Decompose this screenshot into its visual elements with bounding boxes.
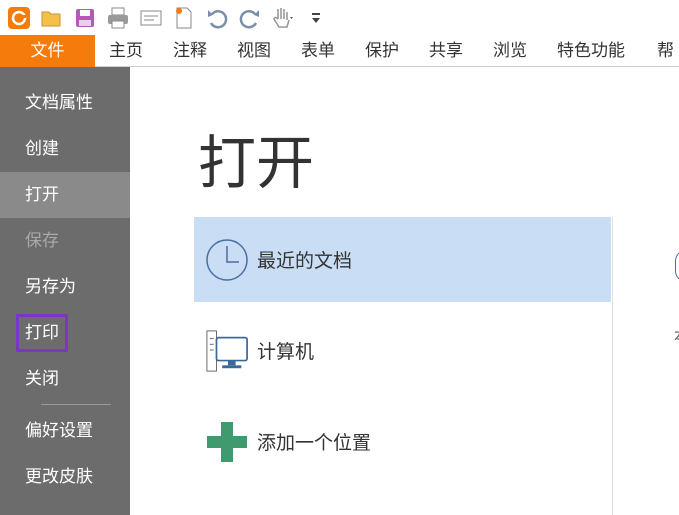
customize-toolbar-icon[interactable]	[301, 3, 331, 33]
save-icon[interactable]	[70, 3, 100, 33]
nav-item-label: 文档属性	[25, 93, 93, 113]
nav-item-label: 打开	[25, 185, 59, 205]
open-panel: 打开 最近的文档 计算机 添加一个位置 本	[130, 67, 679, 515]
tab-features[interactable]: 特色功能	[557, 35, 625, 67]
tab-comment[interactable]: 注释	[173, 35, 207, 67]
nav-item-open[interactable]: 打开	[0, 172, 130, 218]
nav-item-document-properties[interactable]: 文档属性	[0, 80, 130, 126]
page-title: 打开	[198, 129, 315, 197]
nav-item-create[interactable]: 创建	[0, 126, 130, 172]
undo-icon[interactable]	[202, 3, 232, 33]
tab-form[interactable]: 表单	[301, 35, 335, 67]
nav-item-label: 另存为	[25, 277, 76, 297]
partial-text: 本	[674, 325, 679, 346]
nav-item-label: 关闭	[25, 369, 59, 389]
clock-icon	[205, 238, 249, 282]
nav-item-label: 打印	[16, 314, 68, 352]
redo-icon[interactable]	[235, 3, 265, 33]
hand-tool-icon[interactable]	[268, 3, 298, 33]
add-location-icon	[205, 420, 249, 464]
nav-item-close[interactable]: 关闭	[0, 356, 130, 402]
app-logo-icon[interactable]	[4, 3, 34, 33]
tab-home[interactable]: 主页	[109, 35, 143, 67]
nav-item-label: 创建	[25, 139, 59, 159]
tab-browse[interactable]: 浏览	[493, 35, 527, 67]
nav-item-save-as[interactable]: 另存为	[0, 264, 130, 310]
nav-item-print[interactable]: 打印	[0, 310, 130, 356]
nav-divider	[41, 404, 111, 405]
location-label: 最近的文档	[257, 250, 353, 272]
nav-item-save: 保存	[0, 218, 130, 264]
backstage-nav: 文档属性 创建 打开 保存 另存为 打印 关闭 偏好设置 更改皮肤	[0, 67, 130, 515]
print-icon[interactable]	[103, 3, 133, 33]
clock-icon-partial	[675, 250, 679, 282]
scan-icon[interactable]	[136, 3, 166, 33]
nav-item-label: 偏好设置	[25, 421, 93, 441]
quick-access-toolbar	[0, 0, 679, 35]
location-list: 最近的文档 计算机 添加一个位置	[194, 217, 613, 515]
location-add-place[interactable]: 添加一个位置	[194, 399, 611, 484]
nav-item-preferences[interactable]: 偏好设置	[0, 408, 130, 454]
ribbon-tabs: 文件 主页 注释 视图 表单 保护 共享 浏览 特色功能 帮	[0, 35, 679, 67]
location-label: 添加一个位置	[257, 432, 372, 454]
location-recent-documents[interactable]: 最近的文档	[194, 217, 611, 302]
nav-item-label: 更改皮肤	[25, 467, 93, 487]
open-folder-icon[interactable]	[37, 3, 67, 33]
tab-help[interactable]: 帮	[657, 35, 674, 67]
new-doc-icon[interactable]	[169, 3, 199, 33]
tab-share[interactable]: 共享	[429, 35, 463, 67]
nav-item-change-skin[interactable]: 更改皮肤	[0, 454, 130, 500]
computer-icon	[205, 329, 249, 373]
tab-file[interactable]: 文件	[0, 35, 95, 67]
nav-item-label: 保存	[25, 231, 59, 251]
location-computer[interactable]: 计算机	[194, 308, 611, 393]
tab-view[interactable]: 视图	[237, 35, 271, 67]
location-label: 计算机	[257, 341, 315, 363]
tab-protect[interactable]: 保护	[365, 35, 399, 67]
